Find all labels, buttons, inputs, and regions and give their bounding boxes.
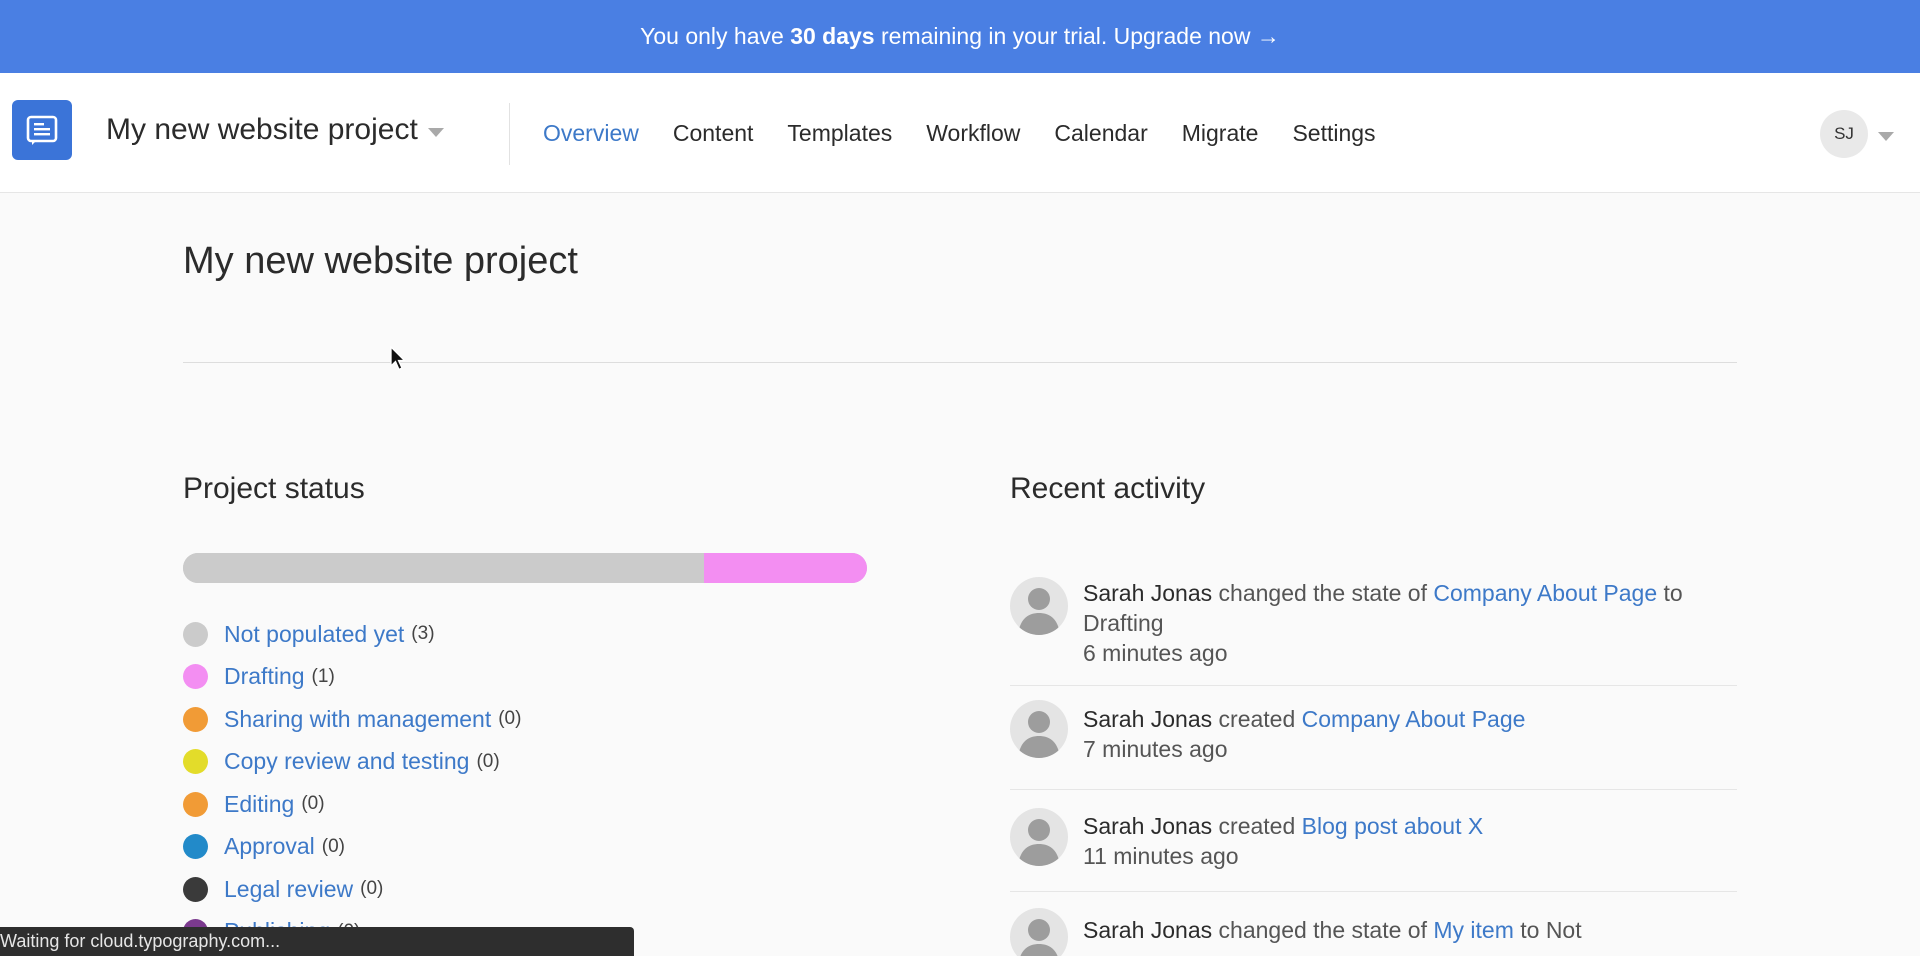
status-item: Legal review (0) — [183, 868, 783, 911]
progress-segment — [704, 553, 867, 583]
nav-migrate[interactable]: Migrate — [1182, 120, 1259, 147]
status-item: Editing (0) — [183, 783, 783, 826]
status-dot-icon — [183, 621, 208, 647]
status-link[interactable]: Copy review and testing — [224, 748, 469, 775]
status-count: (3) — [411, 623, 435, 645]
avatar: SJ — [1820, 110, 1868, 158]
status-dot-icon — [183, 876, 208, 902]
user-avatar-icon — [1010, 700, 1068, 758]
app-header: My new website project Overview Content … — [0, 73, 1920, 193]
activity-action: created — [1218, 706, 1296, 732]
activity-item: Sarah Jonas changed the state of Company… — [1010, 574, 1737, 686]
activity-action: created — [1218, 813, 1296, 839]
main-nav: Overview Content Templates Workflow Cale… — [543, 73, 1410, 193]
app-logo-icon[interactable] — [12, 100, 72, 160]
activity-action: changed the state of — [1218, 580, 1427, 606]
activity-item: Sarah Jonas created Company About Page 7 … — [1010, 686, 1737, 790]
status-item: Approval (0) — [183, 826, 783, 869]
nav-content[interactable]: Content — [673, 120, 754, 147]
status-dot-icon — [183, 834, 208, 860]
activity-time: 6 minutes ago — [1083, 640, 1228, 666]
status-item: Drafting (1) — [183, 656, 783, 699]
status-count: (0) — [321, 835, 346, 857]
activity-time: 11 minutes ago — [1083, 843, 1239, 869]
status-link[interactable]: Not populated yet — [224, 621, 404, 648]
status-dot-icon — [183, 749, 208, 775]
banner-prefix: You only have — [640, 23, 784, 49]
banner-upgrade-link[interactable]: remaining in your trial. Upgrade now → — [881, 23, 1280, 50]
nav-overview[interactable]: Overview — [543, 120, 639, 147]
activity-user: Sarah Jonas — [1083, 580, 1213, 606]
activity-rest: to Not — [1520, 917, 1582, 943]
status-progress-bar — [183, 553, 867, 583]
activity-action: changed the state of — [1218, 917, 1427, 943]
activity-target-link[interactable]: Company About Page — [1433, 580, 1657, 606]
status-legend: Not populated yet (3) Drafting (1) Sharing w… — [183, 613, 783, 953]
status-link[interactable]: Approval — [224, 833, 315, 860]
status-dot-icon — [183, 706, 208, 732]
activity-time: 7 minutes ago — [1083, 736, 1228, 762]
trial-banner[interactable]: You only have 30 days remaining in your … — [0, 0, 1920, 73]
banner-days: 30 days — [790, 23, 875, 49]
activity-text: Sarah Jonas created Company About Page — [1083, 704, 1737, 734]
status-link[interactable]: Editing — [224, 791, 294, 818]
status-count: (0) — [476, 750, 500, 772]
activity-user: Sarah Jonas — [1083, 917, 1213, 943]
status-count: (0) — [301, 793, 325, 815]
status-item: Not populated yet (3) — [183, 613, 783, 656]
activity-user: Sarah Jonas — [1083, 813, 1213, 839]
mouse-cursor-icon — [390, 346, 407, 371]
divider — [183, 362, 1737, 363]
activity-target-link[interactable]: Blog post about X — [1302, 813, 1484, 839]
user-avatar-icon — [1010, 808, 1068, 866]
status-dot-icon — [183, 664, 208, 690]
browser-status-bar: Waiting for cloud.typography.com... — [0, 927, 634, 956]
status-item: Copy review and testing (0) — [183, 741, 783, 784]
status-link[interactable]: Legal review — [224, 876, 353, 903]
status-link[interactable]: Drafting — [224, 663, 305, 690]
user-menu[interactable]: SJ — [1820, 110, 1894, 158]
user-avatar-icon — [1010, 908, 1068, 956]
status-count: (0) — [360, 878, 384, 900]
project-name: My new website project — [106, 113, 418, 146]
activity-item: Sarah Jonas changed the state of My item… — [1010, 892, 1737, 956]
activity-feed: Sarah Jonas changed the state of Company… — [1010, 574, 1737, 956]
activity-target-link[interactable]: Company About Page — [1302, 706, 1526, 732]
user-avatar-icon — [1010, 577, 1068, 635]
activity-text: Sarah Jonas created Blog post about X — [1083, 811, 1737, 841]
activity-target-link[interactable]: My item — [1433, 917, 1514, 943]
recent-activity-title: Recent activity — [1010, 472, 1206, 505]
chevron-down-icon — [427, 127, 444, 137]
status-count: (0) — [498, 708, 522, 730]
status-link[interactable]: Sharing with management — [224, 706, 491, 733]
activity-text: Sarah Jonas changed the state of My item… — [1083, 915, 1737, 945]
status-dot-icon — [183, 791, 208, 817]
nav-calendar[interactable]: Calendar — [1054, 120, 1147, 147]
project-status-title: Project status — [183, 472, 365, 505]
activity-user: Sarah Jonas — [1083, 706, 1213, 732]
status-item: Sharing with management (0) — [183, 698, 783, 741]
nav-templates[interactable]: Templates — [787, 120, 892, 147]
nav-settings[interactable]: Settings — [1292, 120, 1375, 147]
header-divider — [509, 103, 510, 165]
status-count: (1) — [311, 665, 335, 687]
project-switcher[interactable]: My new website project — [106, 113, 444, 147]
chevron-down-icon — [1878, 131, 1894, 141]
nav-workflow[interactable]: Workflow — [926, 120, 1020, 147]
progress-segment — [183, 553, 705, 583]
page-title: My new website project — [183, 240, 578, 282]
activity-text: Sarah Jonas changed the state of Company… — [1083, 578, 1737, 638]
activity-item: Sarah Jonas created Blog post about X 11 … — [1010, 790, 1737, 892]
